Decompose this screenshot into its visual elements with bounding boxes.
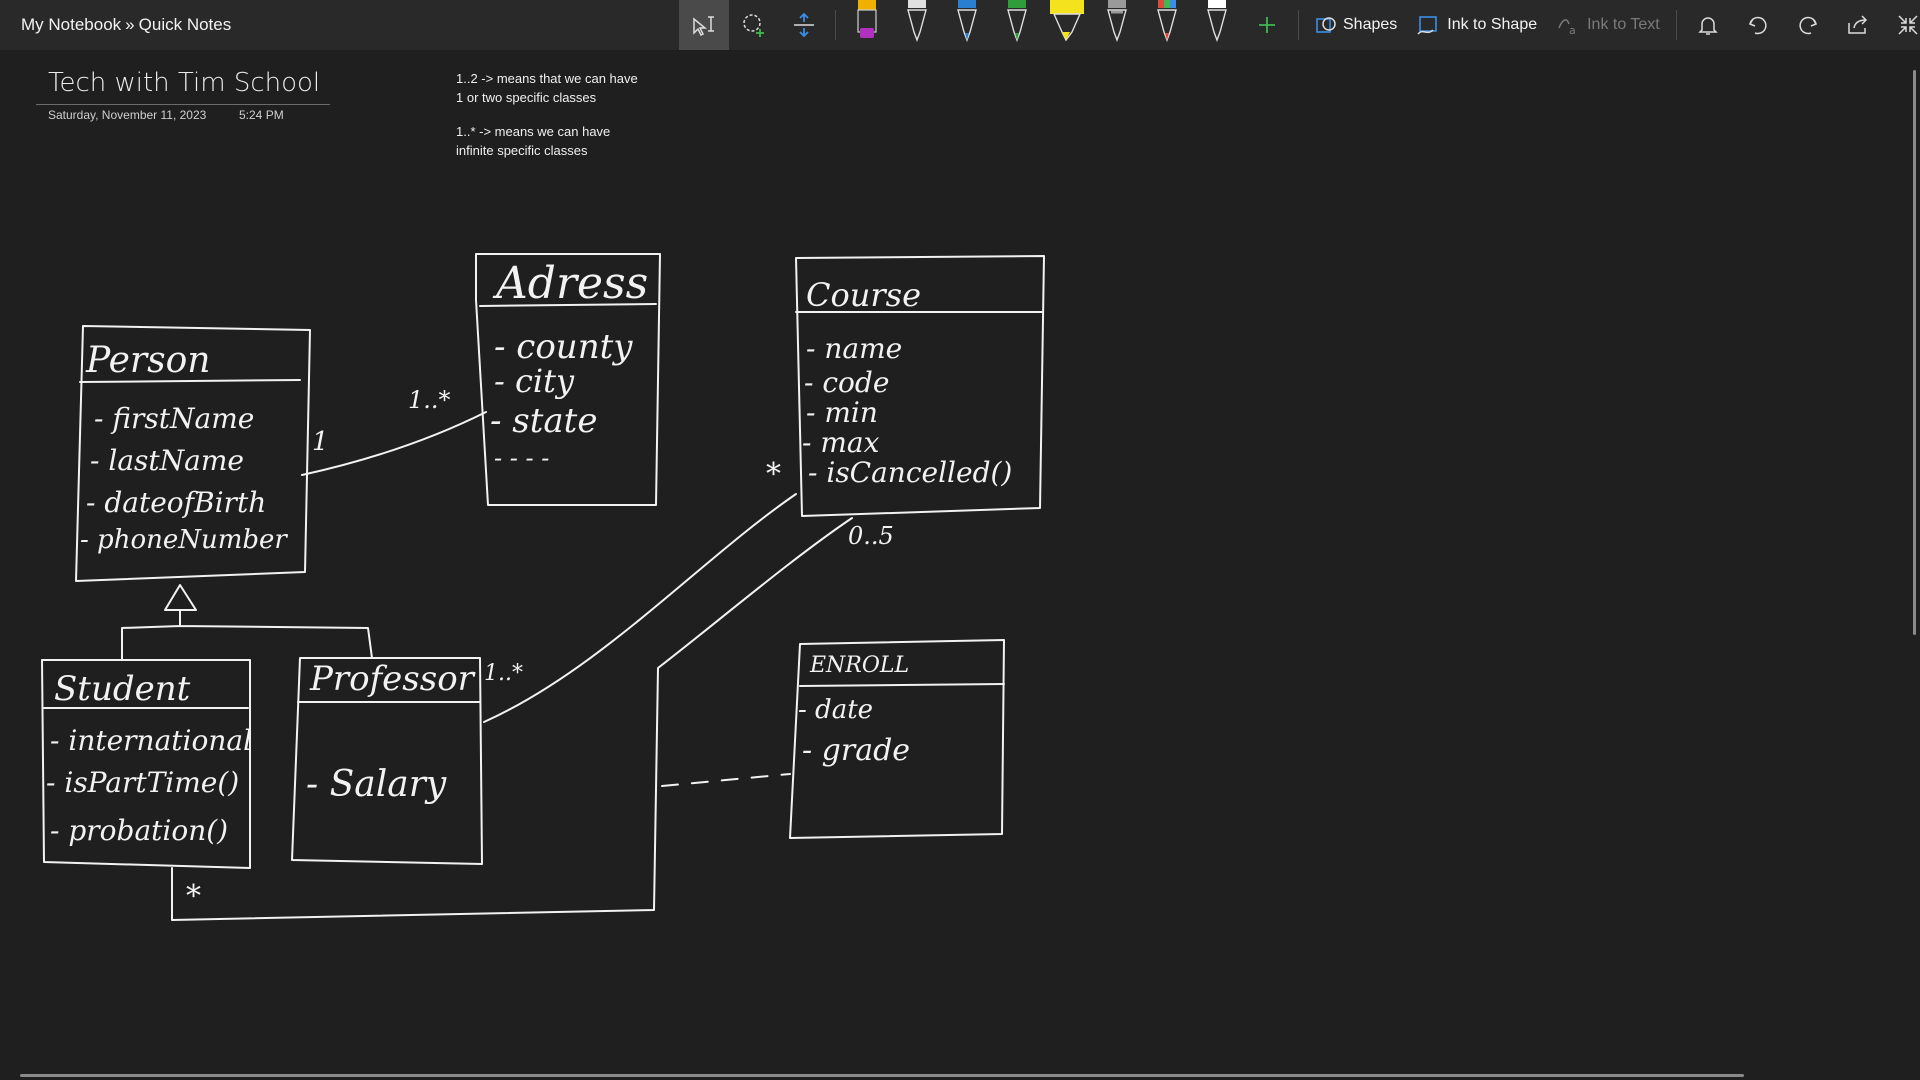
student-field: - isPartTime() bbox=[46, 766, 239, 799]
student-course-line bbox=[171, 517, 853, 921]
course-field: - min bbox=[806, 396, 878, 429]
address-field: - - - - bbox=[494, 444, 549, 472]
inheritance-lines bbox=[121, 609, 373, 661]
multiplicity-student-star: * bbox=[186, 879, 201, 914]
multiplicity-course-zero-five: 0..5 bbox=[848, 522, 894, 550]
multiplicity-course-star: * bbox=[766, 457, 781, 492]
person-address-line bbox=[301, 411, 487, 476]
ink-canvas[interactable]: Person Adress Course Student Professor E… bbox=[0, 0, 1920, 1080]
person-title: Person bbox=[85, 340, 210, 381]
vertical-scrollbar[interactable] bbox=[1913, 70, 1916, 635]
enroll-field: - date bbox=[798, 695, 873, 725]
address-field: - city bbox=[494, 362, 575, 400]
enroll-divider bbox=[799, 683, 1005, 687]
professor-field: - Salary bbox=[306, 764, 447, 805]
multiplicity-professor-course: 1..* bbox=[484, 661, 523, 686]
professor-title: Professor bbox=[309, 659, 476, 699]
address-field: - county bbox=[494, 327, 633, 367]
course-field: - isCancelled() bbox=[808, 456, 1012, 489]
course-field: - max bbox=[802, 426, 880, 459]
course-field: - name bbox=[806, 332, 902, 365]
person-field: - lastName bbox=[90, 444, 244, 477]
student-field: - probation() bbox=[50, 814, 228, 847]
course-field: - code bbox=[804, 366, 889, 399]
person-field: - dateofBirth bbox=[86, 486, 266, 519]
horizontal-scrollbar[interactable] bbox=[20, 1074, 1744, 1077]
address-field: - state bbox=[490, 401, 597, 441]
student-field: - international bbox=[50, 724, 252, 757]
person-field: - firstName bbox=[94, 402, 254, 435]
enroll-field: - grade bbox=[802, 733, 910, 768]
inheritance-arrow bbox=[164, 584, 197, 611]
enroll-title: ENROLL bbox=[809, 653, 909, 678]
multiplicity-person-side: 1 bbox=[312, 427, 329, 457]
student-title: Student bbox=[54, 669, 191, 709]
multiplicity-address-side: 1..* bbox=[408, 386, 451, 414]
address-title: Adress bbox=[492, 258, 648, 309]
enroll-association-line bbox=[661, 773, 791, 787]
person-field: - phoneNumber bbox=[80, 525, 288, 555]
course-title: Course bbox=[806, 276, 921, 314]
professor-course-line bbox=[483, 493, 797, 723]
